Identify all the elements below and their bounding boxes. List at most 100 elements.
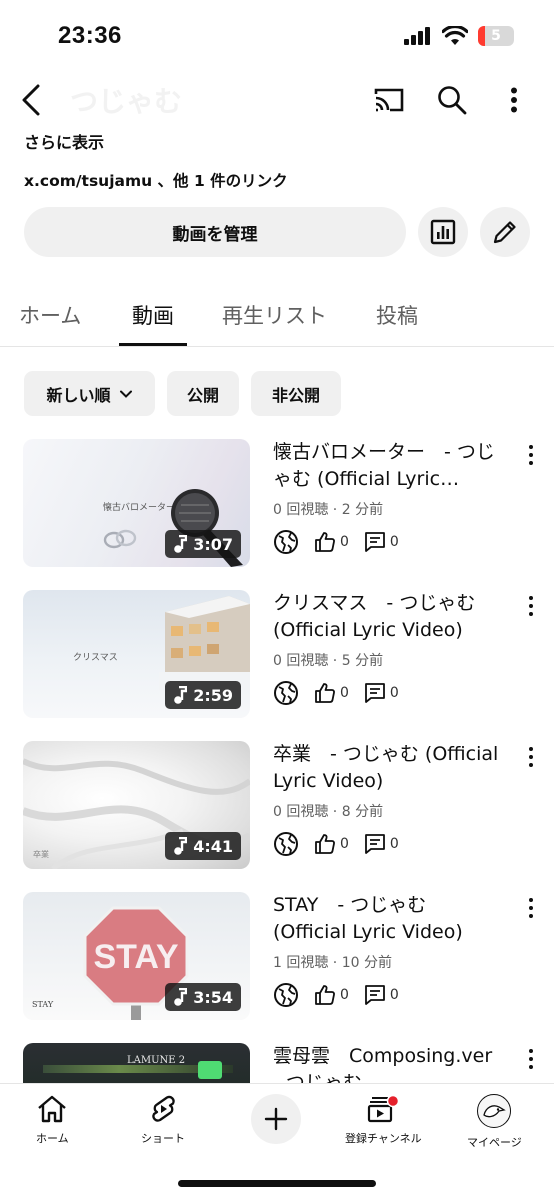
show-more-link[interactable]: さらに表示 (24, 129, 104, 153)
like-count: 0 (313, 681, 349, 705)
comment-count: 0 (363, 983, 399, 1007)
video-more-button[interactable] (526, 594, 536, 618)
video-title[interactable]: 卒業 - つじゃむ (Official Lyric Video) (273, 741, 503, 795)
cast-button[interactable] (371, 82, 407, 118)
globe-icon (274, 681, 298, 705)
more-options-button[interactable] (496, 82, 532, 118)
video-title[interactable]: STAY - つじゃむ (Official Lyric Video) (273, 892, 503, 946)
channel-title: つじゃむ (70, 85, 183, 118)
music-note-icon (174, 837, 188, 855)
rings-image (103, 529, 137, 549)
filter-public-chip[interactable]: 公開 (167, 371, 239, 416)
video-thumbnail[interactable]: 卒業 4:41 (23, 741, 250, 869)
video-meta: 1 回視聴 · 10 分前 (273, 955, 392, 971)
video-title[interactable]: 懐古バロメーター - つじゃむ (Official Lyric Video) (273, 439, 503, 493)
status-bar: 23:36 5 (0, 0, 554, 70)
back-button[interactable] (20, 82, 48, 118)
nav-home-label: ホーム (36, 1132, 69, 1145)
subscriptions-icon (368, 1094, 400, 1123)
building-image (159, 596, 250, 690)
cast-icon (374, 88, 404, 112)
comment-icon (365, 683, 385, 703)
avatar (477, 1094, 512, 1128)
video-duration: 4:41 (165, 832, 241, 860)
tab-playlists[interactable]: 再生リスト (222, 300, 327, 330)
comment-icon (365, 985, 385, 1005)
video-duration: 3:07 (165, 530, 241, 558)
plus-icon (264, 1107, 288, 1131)
avatar-illustration-icon (483, 1105, 507, 1118)
chevron-left-icon (22, 84, 40, 116)
shorts-icon (152, 1095, 175, 1122)
nav-my-page[interactable]: マイページ (467, 1094, 522, 1150)
like-count: 0 (313, 832, 349, 856)
filter-private-chip[interactable]: 非公開 (251, 371, 341, 416)
music-note-icon (174, 535, 188, 553)
thumbnail-title-text: クリスマス (73, 653, 118, 663)
nav-shorts[interactable]: ショート (141, 1094, 185, 1146)
home-icon (38, 1095, 67, 1123)
comment-icon (365, 532, 385, 552)
thumbs-up-icon (315, 683, 335, 703)
cellular-signal-icon (404, 27, 430, 45)
sort-chip-label: 新しい順 (46, 385, 111, 405)
video-duration: 2:59 (165, 681, 241, 709)
video-item[interactable]: クリスマス 2:59 クリスマス - つじゃむ (Official Lyric … (0, 590, 554, 725)
battery-icon: 5 (478, 26, 514, 46)
video-item[interactable]: 懐古バロメーター 3:07 懐古バロメーター - つじゃむ (Official … (0, 439, 554, 574)
video-more-button[interactable] (526, 896, 536, 920)
manage-videos-button[interactable]: 動画を管理 (24, 207, 406, 257)
comment-count: 0 (363, 530, 399, 554)
tab-videos[interactable]: 動画 (132, 300, 174, 330)
video-more-button[interactable] (526, 443, 536, 467)
thumbs-up-icon (315, 985, 335, 1005)
video-thumbnail[interactable]: STAY STAY 3:54 (23, 892, 250, 1020)
pencil-icon (493, 221, 516, 244)
thumbs-up-icon (315, 532, 335, 552)
chevron-down-icon (119, 390, 132, 398)
analytics-icon (430, 219, 456, 245)
thumbs-up-icon (315, 834, 335, 854)
app-header: つじゃむ (0, 70, 554, 130)
video-item[interactable]: STAY STAY 3:54 STAY - つじゃむ (Official Lyr… (0, 892, 554, 1027)
nav-subscriptions-label: 登録チャンネル (345, 1132, 422, 1145)
video-thumbnail[interactable]: 懐古バロメーター 3:07 (23, 439, 250, 567)
analytics-button[interactable] (418, 207, 468, 257)
video-meta: 0 回視聴 · 2 分前 (273, 502, 384, 518)
comment-count: 0 (363, 681, 399, 705)
thumbnail-title-text: 卒業 (33, 850, 49, 859)
thumbnail-title-text: STAY (32, 1000, 54, 1009)
video-more-button[interactable] (526, 745, 536, 769)
tab-posts[interactable]: 投稿 (376, 300, 418, 330)
nav-subscriptions[interactable]: 登録チャンネル (345, 1094, 422, 1146)
video-thumbnail[interactable]: クリスマス 2:59 (23, 590, 250, 718)
music-note-icon (174, 686, 188, 704)
channel-links[interactable]: x.com/tsujamu 、他 1 件のリンク (24, 169, 288, 191)
search-icon (438, 86, 467, 115)
tab-home[interactable]: ホーム (19, 300, 81, 330)
wifi-icon (442, 26, 468, 45)
more-vertical-icon (511, 87, 517, 113)
nav-shorts-label: ショート (141, 1132, 185, 1145)
home-indicator (178, 1180, 376, 1187)
video-meta: 0 回視聴 · 5 分前 (273, 653, 384, 669)
video-item[interactable]: 卒業 4:41 卒業 - つじゃむ (Official Lyric Video)… (0, 741, 554, 876)
stop-sign-text: STAY (93, 938, 178, 976)
active-tab-indicator (119, 343, 187, 346)
status-time: 23:36 (58, 22, 122, 49)
video-duration: 3:54 (165, 983, 241, 1011)
video-title[interactable]: クリスマス - つじゃむ (Official Lyric Video) (273, 590, 503, 644)
globe-icon (274, 832, 298, 856)
like-count: 0 (313, 983, 349, 1007)
create-button[interactable] (251, 1094, 301, 1144)
video-more-button[interactable] (526, 1047, 536, 1071)
search-button[interactable] (434, 82, 470, 118)
neon-sign-image (198, 1061, 222, 1079)
comment-count: 0 (363, 832, 399, 856)
globe-icon (274, 983, 298, 1007)
globe-icon (274, 530, 298, 554)
music-note-icon (174, 988, 188, 1006)
nav-home[interactable]: ホーム (36, 1094, 69, 1146)
edit-channel-button[interactable] (480, 207, 530, 257)
sort-chip[interactable]: 新しい順 (24, 371, 155, 416)
